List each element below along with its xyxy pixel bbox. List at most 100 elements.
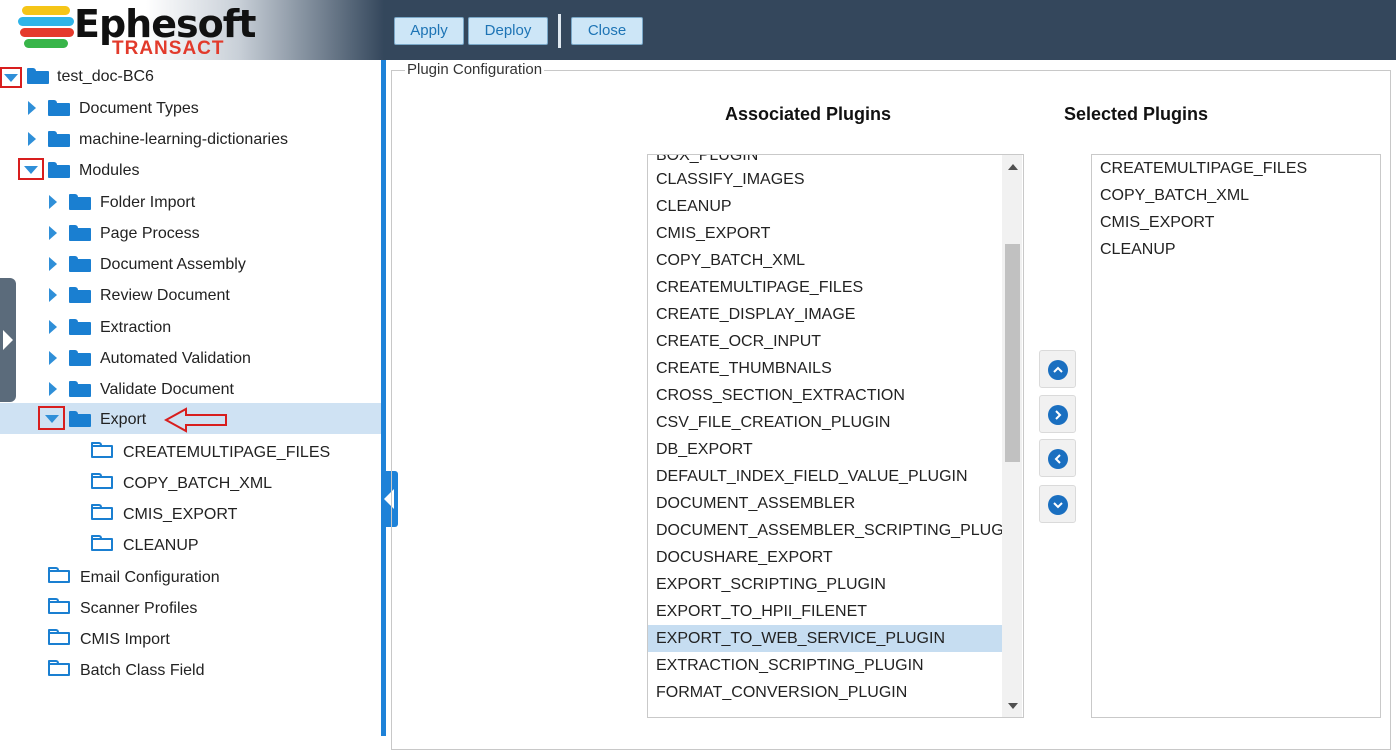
plugin-configuration-legend: Plugin Configuration [405, 61, 545, 78]
triangle-down-icon[interactable] [4, 74, 18, 82]
move-down-button[interactable] [1039, 485, 1076, 523]
list-item[interactable]: DOCUMENT_ASSEMBLER [648, 490, 1003, 517]
triangle-right-icon[interactable] [49, 351, 57, 365]
folder-icon [48, 598, 70, 614]
folder-icon [69, 194, 91, 210]
add-plugin-button[interactable] [1039, 395, 1076, 433]
tree-node-module[interactable]: Folder Import [0, 187, 381, 218]
triangle-right-icon[interactable] [49, 195, 57, 209]
list-item[interactable]: EXTRACTION_SCRIPTING_PLUGIN [648, 652, 1003, 679]
list-item[interactable]: COPY_BATCH_XML [648, 247, 1003, 274]
tree-node-module[interactable]: Document Assembly [0, 249, 381, 280]
tree-node-plugin[interactable]: CREATEMULTIPAGE_FILES [0, 437, 381, 468]
list-item[interactable]: CREATEMULTIPAGE_FILES [1092, 155, 1380, 182]
remove-plugin-button[interactable] [1039, 439, 1076, 477]
list-item[interactable]: DOCUMENT_ASSEMBLER_SCRIPTING_PLUGIN [648, 517, 1020, 544]
tree-node-root[interactable]: test_doc-BC6 [0, 61, 381, 92]
chevron-down-icon [1048, 495, 1068, 515]
list-item[interactable]: CREATE_OCR_INPUT [648, 328, 1003, 355]
selected-plugins-header: Selected Plugins [1064, 104, 1209, 124]
logo-area: Ephesoft TRANSACT [0, 0, 384, 60]
toolbar: Apply Deploy Close [394, 14, 643, 48]
triangle-right-icon[interactable] [49, 288, 57, 302]
tree-node-plugin[interactable]: COPY_BATCH_XML [0, 468, 381, 499]
triangle-right-icon[interactable] [49, 257, 57, 271]
folder-icon [48, 629, 70, 645]
tree-node-module[interactable]: Validate Document [0, 374, 381, 405]
triangle-right-icon[interactable] [28, 101, 36, 115]
deploy-button[interactable]: Deploy [468, 17, 548, 45]
tree-node-label: Scanner Profiles [80, 600, 198, 617]
side-panel-expand-handle[interactable] [0, 278, 16, 402]
list-item[interactable]: DOCUSHARE_EXPORT [648, 544, 1003, 571]
tree-node-label: Folder Import [100, 194, 196, 211]
tree-node-module[interactable]: Extraction [0, 312, 381, 343]
list-item[interactable]: COPY_BATCH_XML [1092, 182, 1380, 209]
list-item[interactable]: CLEANUP [1092, 236, 1380, 263]
folder-icon [91, 535, 113, 551]
tree-node-ml-dictionaries[interactable]: machine-learning-dictionaries [0, 124, 381, 155]
scroll-up-icon[interactable] [1008, 164, 1018, 170]
tree-node-module[interactable]: Page Process [0, 218, 381, 249]
tree-node-label: Review Document [100, 287, 230, 304]
tree-node-label: Export [100, 411, 147, 428]
folder-icon [48, 100, 70, 116]
tree-node-modules[interactable]: Modules [0, 155, 381, 186]
list-item[interactable]: CROSS_SECTION_EXTRACTION [648, 382, 1003, 409]
scrollbar-thumb[interactable] [1005, 244, 1020, 462]
apply-button[interactable]: Apply [394, 17, 464, 45]
list-item[interactable]: CMIS_EXPORT [648, 220, 1003, 247]
list-item[interactable]: DEFAULT_INDEX_FIELD_VALUE_PLUGIN [648, 463, 1003, 490]
folder-icon [69, 381, 91, 397]
tree-node-document-types[interactable]: Document Types [0, 93, 381, 124]
tree-node-module[interactable]: Automated Validation [0, 343, 381, 374]
list-item[interactable]: CLASSIFY_IMAGES [648, 166, 1003, 193]
list-item-selected[interactable]: EXPORT_TO_WEB_SERVICE_PLUGIN [648, 625, 1003, 652]
tree-node-plugin[interactable]: CLEANUP [0, 530, 381, 561]
selected-plugins-list[interactable]: CREATEMULTIPAGE_FILES COPY_BATCH_XML CMI… [1091, 154, 1381, 718]
list-item[interactable]: CMIS_EXPORT [1092, 209, 1380, 236]
triangle-down-icon[interactable] [24, 166, 38, 174]
tree-node-label: machine-learning-dictionaries [79, 131, 288, 148]
annotation-arrow-icon [164, 407, 227, 433]
folder-icon [48, 131, 70, 147]
tree-node-plugin[interactable]: CMIS_EXPORT [0, 499, 381, 530]
panel-splitter[interactable] [381, 60, 386, 736]
tree-node-label: Email Configuration [80, 569, 220, 586]
tree-node-label: Batch Class Field [80, 662, 205, 679]
tree-node-batch-class-field[interactable]: Batch Class Field [0, 655, 381, 686]
list-item[interactable]: DB_EXPORT [648, 436, 1003, 463]
chevron-up-icon [1048, 360, 1068, 380]
chevron-left-icon [1048, 449, 1068, 469]
folder-icon [91, 504, 113, 520]
folder-icon [69, 256, 91, 272]
tree-node-cmis-import[interactable]: CMIS Import [0, 624, 381, 655]
tree-node-scanner-profiles[interactable]: Scanner Profiles [0, 593, 381, 624]
tree-node-label: CMIS_EXPORT [123, 506, 238, 523]
list-item[interactable]: EXPORT_TO_HPII_FILENET [648, 598, 1003, 625]
list-item[interactable]: EXPORT_SCRIPTING_PLUGIN [648, 571, 1003, 598]
close-button[interactable]: Close [571, 17, 643, 45]
triangle-right-icon[interactable] [49, 382, 57, 396]
list-item[interactable]: CSV_FILE_CREATION_PLUGIN [648, 409, 1003, 436]
associated-plugins-list[interactable]: BOX_PLUGIN CLASSIFY_IMAGES CLEANUP CMIS_… [647, 154, 1024, 718]
associated-plugins-header: Associated Plugins [725, 104, 892, 124]
tree-node-export[interactable]: Export [0, 403, 381, 434]
triangle-right-icon[interactable] [28, 132, 36, 146]
tree-node-label: Document Assembly [100, 256, 246, 273]
list-item[interactable]: CREATE_THUMBNAILS [648, 355, 1003, 382]
list-item[interactable]: CLEANUP [648, 193, 1003, 220]
list-item[interactable]: CREATE_DISPLAY_IMAGE [648, 301, 1003, 328]
scroll-down-icon[interactable] [1008, 703, 1018, 709]
tree-node-label: COPY_BATCH_XML [123, 475, 273, 492]
move-up-button[interactable] [1039, 350, 1076, 388]
list-item[interactable]: CREATEMULTIPAGE_FILES [648, 274, 1003, 301]
list-item[interactable]: FORMAT_CONVERSION_PLUGIN [648, 679, 1003, 706]
triangle-right-icon[interactable] [49, 226, 57, 240]
triangle-down-icon[interactable] [45, 415, 59, 423]
triangle-right-icon[interactable] [49, 320, 57, 334]
toolbar-separator [558, 14, 561, 48]
tree-node-module[interactable]: Review Document [0, 280, 381, 311]
tree-node-email-configuration[interactable]: Email Configuration [0, 562, 381, 593]
tree-node-label: Modules [79, 162, 140, 179]
